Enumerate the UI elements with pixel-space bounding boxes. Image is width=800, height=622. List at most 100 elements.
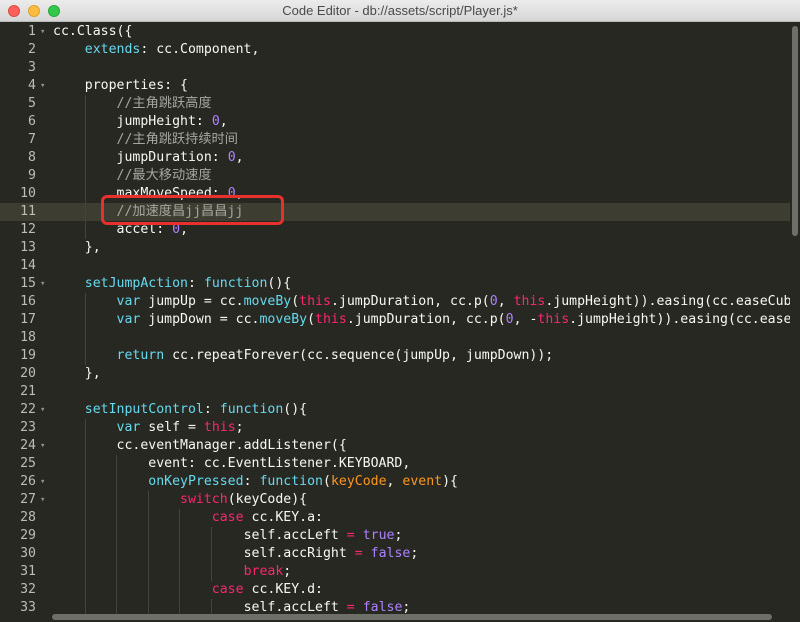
line-number: 32 [20, 582, 36, 597]
code-text: case cc.KEY.d: [53, 581, 323, 599]
code-text: self.accLeft = true; [53, 527, 403, 545]
code-line[interactable]: 21 [0, 383, 790, 401]
fold-arrow-icon[interactable]: ▾ [40, 77, 45, 95]
code-line[interactable]: 7 //主角跳跃持续时间 [0, 131, 790, 149]
code-line[interactable]: 6 jumpHeight: 0, [0, 113, 790, 131]
code-token: event [402, 474, 443, 489]
code-line[interactable]: 9 //最大移动速度 [0, 167, 790, 185]
line-number: 23 [20, 420, 36, 435]
code-line[interactable]: 8 jumpDuration: 0, [0, 149, 790, 167]
code-token: self.accLeft [243, 528, 347, 543]
code-token: (keyCode){ [227, 492, 308, 507]
code-token: , - [513, 312, 538, 327]
code-token: var [116, 312, 141, 327]
code-token: : [243, 474, 260, 489]
line-number: 22 [20, 402, 36, 417]
code-token: : cc.Component, [140, 42, 260, 57]
code-token: ){ [442, 474, 458, 489]
code-token: moveBy [259, 312, 308, 327]
horizontal-scrollbar-thumb[interactable] [52, 614, 772, 620]
code-text: jumpDuration: 0, [53, 149, 244, 167]
line-number: 12 [20, 222, 36, 237]
code-line[interactable]: 28 case cc.KEY.a: [0, 509, 790, 527]
code-token: this [299, 294, 331, 309]
code-token: //主角跳跃持续时间 [116, 132, 238, 147]
code-token: function [219, 402, 284, 417]
horizontal-scrollbar[interactable] [52, 612, 790, 622]
code-token: var [116, 294, 141, 309]
code-token: this [537, 312, 570, 327]
code-token: jumpHeight: [116, 114, 212, 129]
line-number: 15 [20, 276, 36, 291]
code-text: cc.eventManager.addListener({ [53, 437, 347, 455]
line-number: 10 [20, 186, 36, 201]
line-number: 14 [20, 258, 36, 273]
fold-arrow-icon[interactable]: ▾ [40, 437, 45, 455]
code-line[interactable]: 23 var self = this; [0, 419, 790, 437]
line-number: 18 [20, 330, 36, 345]
code-line[interactable]: 3 [0, 59, 790, 77]
code-text: cc.Class({ [53, 23, 132, 41]
line-number: 28 [20, 510, 36, 525]
code-line[interactable]: 26 ▾ onKeyPressed: function(keyCode, even… [0, 473, 790, 491]
code-text: var jumpUp = cc.moveBy(this.jumpDuration… [53, 293, 800, 311]
code-text: case cc.KEY.a: [53, 509, 323, 527]
code-token: 0 [227, 150, 236, 165]
code-line[interactable]: 5 //主角跳跃高度 [0, 95, 790, 113]
code-token: function [259, 474, 323, 489]
code-line[interactable]: 32 case cc.KEY.d: [0, 581, 790, 599]
code-token: case [211, 582, 244, 597]
code-line[interactable]: 29 self.accLeft = true; [0, 527, 790, 545]
code-token: ; [410, 546, 419, 561]
code-token: //主角跳跃高度 [116, 96, 212, 111]
fold-arrow-icon[interactable]: ▾ [40, 401, 45, 419]
code-line[interactable]: 22 ▾ setInputControl: function(){ [0, 401, 790, 419]
annotation-highlight-box [101, 195, 284, 225]
line-number: 11 [20, 204, 36, 219]
code-line[interactable]: 19 return cc.repeatForever(cc.sequence(j… [0, 347, 790, 365]
code-line[interactable]: 1 ▾ cc.Class({ [0, 23, 790, 41]
code-text: switch(keyCode){ [53, 491, 307, 509]
code-token: .jumpHeight)).easing(cc.easeCubicA [545, 294, 800, 309]
line-number: 33 [20, 600, 36, 615]
code-line[interactable]: 30 self.accRight = false; [0, 545, 790, 563]
code-token: , [219, 114, 228, 129]
code-line[interactable]: 2 extends: cc.Component, [0, 41, 790, 59]
code-line[interactable]: 27 ▾ switch(keyCode){ [0, 491, 790, 509]
code-text: }, [53, 239, 101, 257]
code-line[interactable]: 4 ▾ properties: { [0, 77, 790, 95]
vertical-scrollbar-thumb[interactable] [792, 26, 798, 236]
code-token: , [235, 150, 244, 165]
vertical-scrollbar[interactable] [790, 22, 800, 622]
code-line[interactable]: 18 [0, 329, 790, 347]
code-token: true [362, 528, 395, 543]
code-line[interactable]: 16 var jumpUp = cc.moveBy(this.jumpDurat… [0, 293, 800, 311]
code-line[interactable]: 25 event: cc.EventListener.KEYBOARD, [0, 455, 790, 473]
code-line[interactable]: 15 ▾ setJumpAction: function(){ [0, 275, 790, 293]
fold-arrow-icon[interactable]: ▾ [40, 491, 45, 509]
code-line[interactable]: 31 break; [0, 563, 790, 581]
fold-arrow-icon[interactable]: ▾ [40, 473, 45, 491]
code-text: setJumpAction: function(){ [53, 275, 291, 293]
code-token: 0 [211, 114, 220, 129]
fold-arrow-icon[interactable]: ▾ [40, 23, 45, 41]
code-token: (){ [283, 402, 308, 417]
code-line[interactable]: 13 }, [0, 239, 790, 257]
code-line[interactable]: 14 [0, 257, 790, 275]
code-token: setInputControl [84, 402, 204, 417]
code-token: .jumpDuration, cc.p( [346, 312, 506, 327]
code-text: jumpHeight: 0, [53, 113, 228, 131]
code-line[interactable]: 20 }, [0, 365, 790, 383]
code-token: 0 [489, 294, 498, 309]
code-line[interactable]: 24 ▾ cc.eventManager.addListener({ [0, 437, 790, 455]
code-token: , [497, 294, 514, 309]
code-line[interactable]: 17 var jumpDown = cc.moveBy(this.jumpDur… [0, 311, 800, 329]
code-area[interactable]: 1 ▾ cc.Class({2 extends: cc.Component, 3 4 ▾… [0, 22, 800, 622]
fold-arrow-icon[interactable]: ▾ [40, 275, 45, 293]
window-title: Code Editor - db://assets/script/Player.… [282, 3, 518, 18]
line-number: 5 [28, 96, 36, 111]
code-token: moveBy [243, 294, 292, 309]
code-text: event: cc.EventListener.KEYBOARD, [53, 455, 410, 473]
